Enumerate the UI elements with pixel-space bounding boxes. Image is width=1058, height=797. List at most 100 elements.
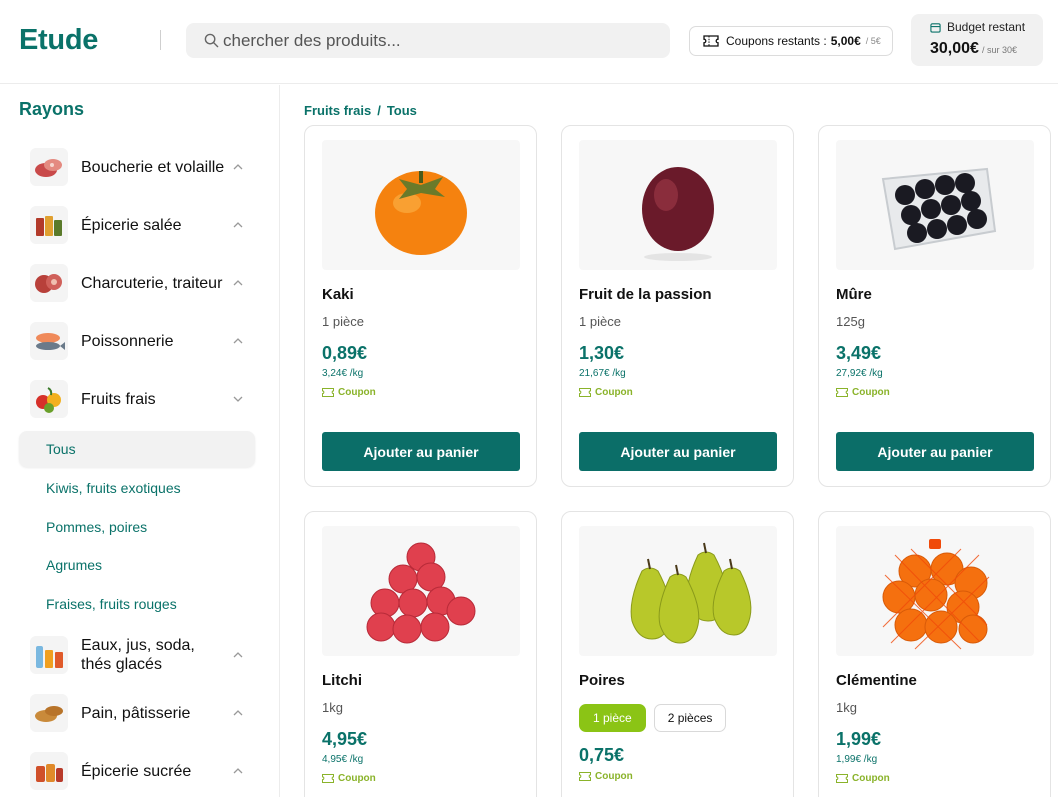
- add-to-cart-button[interactable]: Ajouter au panier: [322, 432, 520, 471]
- product-price-per-kg: 4,95€ /kg: [322, 754, 364, 765]
- coupons-remaining: Coupons restants : 5,00€ / 5€: [689, 26, 893, 56]
- chevron-up-icon: [233, 164, 243, 170]
- product-card-litchi[interactable]: Litchi 1kg 4,95€ 4,95€ /kg Coupon: [304, 511, 537, 797]
- subcategory-agrumes[interactable]: Agrumes: [19, 547, 255, 583]
- add-to-cart-button[interactable]: Ajouter au panier: [579, 432, 777, 471]
- fruits-icon: [36, 387, 61, 413]
- sidebar-item-label: Poissonnerie: [81, 332, 174, 350]
- coupon-badge: Coupon: [836, 773, 890, 784]
- sidebar-item-label: Pain, pâtisserie: [81, 704, 191, 722]
- product-unit: 1 pièce: [579, 314, 621, 329]
- product-price: 0,89€: [322, 343, 368, 363]
- chevron-up-icon: [233, 222, 243, 228]
- product-price-per-kg: 1,99€ /kg: [836, 754, 878, 765]
- persimmon-icon: [375, 171, 467, 255]
- product-price-per-kg: 21,67€ /kg: [579, 368, 626, 379]
- sidebar-item-label: Épicerie salée: [81, 216, 182, 234]
- coupons-value: 5,00€: [830, 34, 861, 48]
- subcategory-pommes[interactable]: Pommes, poires: [19, 509, 255, 545]
- divider: [160, 30, 161, 50]
- sidebar-item-eaux[interactable]: Eaux, jus, soda, thés glacés: [30, 635, 250, 675]
- product-price: 0,75€: [579, 745, 625, 765]
- sidebar-item-poissonnerie[interactable]: Poissonnerie: [30, 321, 250, 361]
- ticket-icon: [703, 35, 719, 47]
- search-icon: [204, 33, 219, 48]
- coupon-badge: Coupon: [836, 387, 890, 398]
- product-price: 1,99€: [836, 729, 882, 749]
- blackberry-icon: [881, 167, 997, 251]
- ticket-icon: [322, 774, 334, 783]
- sidebar-item-epicerie-salee[interactable]: Épicerie salée: [30, 205, 250, 245]
- product-card-poires[interactable]: Poires 1 pièce 2 pièces 0,75€ Coupon: [561, 511, 794, 797]
- sweets-icon: [36, 764, 63, 782]
- ticket-icon: [579, 388, 591, 397]
- ticket-icon: [836, 388, 848, 397]
- product-name: Clémentine: [836, 672, 917, 689]
- bread-icon: [35, 706, 63, 722]
- ticket-icon: [322, 388, 334, 397]
- sidebar-item-charcuterie[interactable]: Charcuterie, traiteur: [30, 263, 250, 303]
- lychee-icon: [366, 542, 476, 644]
- variant-option-2-pieces[interactable]: 2 pièces: [653, 704, 727, 732]
- product-name: Kaki: [322, 286, 354, 303]
- breadcrumb-current: Tous: [386, 103, 417, 118]
- product-unit: 125g: [836, 314, 865, 329]
- sidebar-item-pain[interactable]: Pain, pâtisserie: [30, 693, 250, 733]
- product-name: Litchi: [322, 672, 362, 689]
- sidebar-item-boucherie[interactable]: Boucherie et volaille: [30, 147, 250, 187]
- subcategory-kiwis[interactable]: Kiwis, fruits exotiques: [19, 470, 255, 506]
- sidebar-item-epicerie-sucree[interactable]: Épicerie sucrée: [30, 751, 250, 791]
- pear-icon: [630, 542, 752, 644]
- coupons-cap: / 5€: [865, 36, 881, 46]
- variant-option-1-piece[interactable]: 1 pièce: [579, 704, 646, 732]
- ticket-icon: [579, 772, 591, 781]
- coupon-badge: Coupon: [579, 387, 633, 398]
- product-card-clementine[interactable]: Clémentine 1kg 1,99€ 1,99€ /kg Coupon: [818, 511, 1051, 797]
- breadcrumb-parent[interactable]: Fruits frais: [304, 103, 371, 118]
- variant-selector: 1 pièce 2 pièces: [579, 704, 727, 732]
- wallet-icon: [930, 22, 941, 33]
- product-price: 4,95€: [322, 729, 368, 749]
- charcuterie-icon: [35, 274, 62, 293]
- product-price-per-kg: 3,24€ /kg: [322, 368, 364, 379]
- sidebar-title: Rayons: [19, 99, 85, 119]
- product-name: Fruit de la passion: [579, 286, 712, 303]
- sidebar-item-label: Boucherie et volaille: [81, 158, 225, 176]
- budget-label: Budget restant: [947, 20, 1026, 34]
- product-name: Poires: [579, 672, 625, 689]
- subcategory-tous[interactable]: Tous: [19, 431, 255, 467]
- chevron-up-icon: [233, 710, 243, 716]
- product-card-fruit-de-la-passion[interactable]: Fruit de la passion 1 pièce 1,30€ 21,67€…: [561, 125, 794, 487]
- sidebar-item-label: Eaux, jus, soda, thés glacés: [81, 637, 195, 673]
- coupon-badge: Coupon: [322, 773, 376, 784]
- product-card-kaki[interactable]: Kaki 1 pièce 0,89€ 3,24€ /kg Coupon Ajou…: [304, 125, 537, 487]
- product-price: 1,30€: [579, 343, 625, 363]
- passion-fruit-icon: [642, 167, 714, 261]
- top-header: Etude chercher des produits... Coupons r…: [0, 0, 1058, 84]
- search-placeholder: chercher des produits...: [223, 30, 401, 50]
- clementine-icon: [882, 539, 990, 650]
- ticket-icon: [836, 774, 848, 783]
- search-input[interactable]: chercher des produits...: [186, 23, 670, 58]
- coupons-label: Coupons restants :: [726, 34, 827, 48]
- fish-icon: [36, 333, 65, 350]
- bottles-icon: [36, 646, 63, 668]
- chevron-up-icon: [233, 280, 243, 286]
- budget-cap: / sur 30€: [981, 45, 1017, 55]
- product-unit: 1kg: [322, 700, 343, 715]
- product-name: Mûre: [836, 286, 872, 303]
- product-price: 3,49€: [836, 343, 882, 363]
- sidebar-item-fruits-frais[interactable]: Fruits frais: [30, 379, 250, 419]
- product-card-mure[interactable]: Mûre 125g 3,49€ 27,92€ /kg Coupon Ajoute…: [818, 125, 1051, 487]
- logo[interactable]: Etude: [19, 24, 98, 57]
- coupon-badge: Coupon: [579, 771, 633, 782]
- chevron-up-icon: [233, 768, 243, 774]
- sidebar: Rayons Boucherie et volaille Épicerie sa…: [0, 85, 280, 797]
- product-unit: 1kg: [836, 700, 857, 715]
- add-to-cart-button[interactable]: Ajouter au panier: [836, 432, 1034, 471]
- product-price-per-kg: 27,92€ /kg: [836, 368, 883, 379]
- product-unit: 1 pièce: [322, 314, 364, 329]
- chevron-up-icon: [233, 338, 243, 344]
- sidebar-item-label: Épicerie sucrée: [81, 762, 192, 780]
- subcategory-fraises[interactable]: Fraises, fruits rouges: [19, 586, 255, 622]
